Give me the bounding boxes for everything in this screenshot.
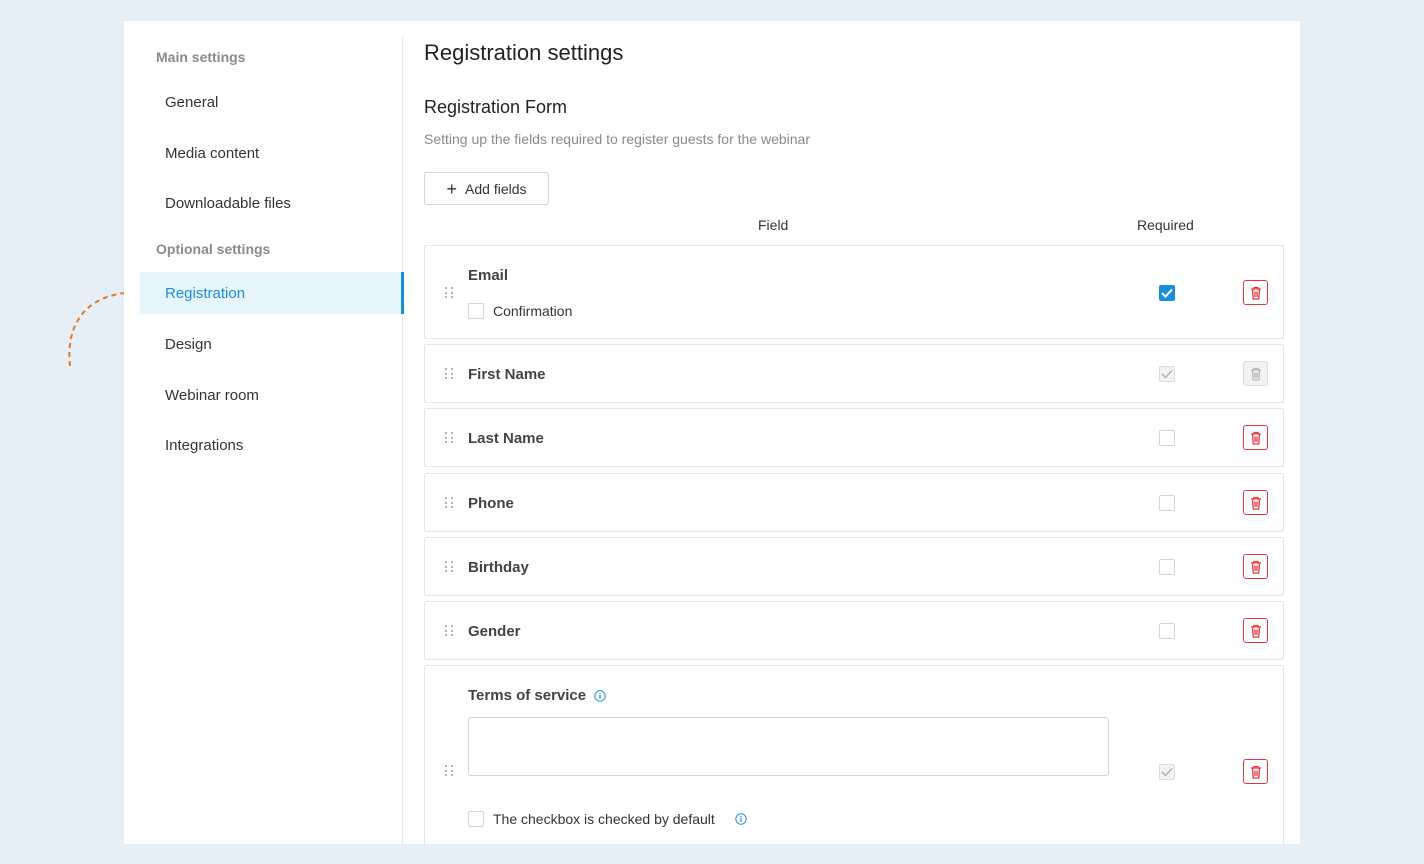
field-column-header: Field	[758, 217, 789, 233]
sidebar-item-integrations[interactable]: Integrations	[140, 424, 403, 466]
plus-icon: +	[446, 178, 458, 199]
main-settings-title: Main settings	[156, 49, 246, 65]
terms-required-checkbox	[1159, 764, 1175, 780]
birthday-required-checkbox[interactable]	[1159, 559, 1175, 575]
field-label-email: Email	[468, 267, 509, 284]
field-row-phone: Phone	[424, 473, 1284, 532]
info-icon[interactable]	[594, 690, 606, 702]
drag-handle-icon[interactable]	[445, 287, 455, 299]
field-label-last-name: Last Name	[468, 430, 544, 447]
delete-last-name-button[interactable]	[1243, 425, 1268, 450]
form-title: Registration Form	[424, 97, 568, 117]
trash-icon	[1250, 431, 1261, 445]
add-fields-button[interactable]: + Add fields	[424, 172, 549, 205]
form-subtitle: Setting up the fields required to regist…	[424, 131, 810, 147]
drag-handle-icon[interactable]	[445, 765, 455, 777]
field-row-first-name: First Name	[424, 344, 1284, 403]
trash-icon	[1250, 624, 1261, 638]
sidebar-item-downloadable-files[interactable]: Downloadable files	[140, 182, 403, 224]
field-row-last-name: Last Name	[424, 408, 1284, 467]
field-label-gender: Gender	[468, 623, 521, 640]
registration-settings-panel: Registration settings Registration Form …	[424, 21, 1284, 844]
terms-text-input[interactable]	[468, 717, 1109, 776]
gender-required-checkbox[interactable]	[1159, 623, 1175, 639]
field-row-gender: Gender	[424, 601, 1284, 660]
check-icon	[1161, 767, 1173, 777]
delete-email-button[interactable]	[1243, 280, 1268, 305]
trash-icon	[1250, 765, 1261, 779]
required-column-header: Required	[1137, 217, 1194, 233]
trash-icon	[1250, 286, 1261, 300]
sidebar-item-general[interactable]: General	[140, 81, 403, 123]
info-icon[interactable]	[735, 813, 747, 825]
drag-handle-icon[interactable]	[445, 368, 455, 380]
sidebar-item-design[interactable]: Design	[140, 323, 403, 365]
first-name-required-checkbox	[1159, 366, 1175, 382]
check-icon	[1161, 288, 1173, 298]
delete-first-name-button	[1243, 361, 1268, 386]
last-name-required-checkbox[interactable]	[1159, 430, 1175, 446]
delete-birthday-button[interactable]	[1243, 554, 1268, 579]
sidebar-item-registration[interactable]: Registration	[140, 272, 404, 314]
sidebar-item-media-content[interactable]: Media content	[140, 132, 403, 174]
confirmation-label: Confirmation	[493, 303, 573, 319]
trash-icon	[1250, 496, 1261, 510]
sidebar-item-webinar-room[interactable]: Webinar room	[140, 374, 403, 416]
delete-gender-button[interactable]	[1243, 618, 1268, 643]
phone-required-checkbox[interactable]	[1159, 495, 1175, 511]
page-title: Registration settings	[424, 40, 624, 65]
default-checked-checkbox[interactable]	[468, 811, 484, 827]
drag-handle-icon[interactable]	[445, 561, 455, 573]
add-fields-label: Add fields	[465, 180, 527, 197]
trash-icon	[1250, 560, 1261, 574]
field-row-email: Email Confirmation	[424, 245, 1284, 339]
field-label-phone: Phone	[468, 495, 514, 512]
settings-card: Main settings General Media content Down…	[124, 21, 1300, 844]
check-icon	[1161, 369, 1173, 379]
drag-handle-icon[interactable]	[445, 497, 455, 509]
confirmation-checkbox[interactable]	[468, 303, 484, 319]
field-label-birthday: Birthday	[468, 559, 529, 576]
email-required-checkbox[interactable]	[1159, 285, 1175, 301]
drag-handle-icon[interactable]	[445, 625, 455, 637]
default-checked-label: The checkbox is checked by default	[493, 811, 715, 827]
field-label-terms: Terms of service	[468, 687, 587, 704]
drag-handle-icon[interactable]	[445, 432, 455, 444]
field-row-terms: Terms of service The checkbox is checked…	[424, 665, 1284, 844]
settings-sidebar: Main settings General Media content Down…	[124, 37, 404, 844]
field-row-birthday: Birthday	[424, 537, 1284, 596]
field-label-first-name: First Name	[468, 366, 546, 383]
delete-phone-button[interactable]	[1243, 490, 1268, 515]
trash-icon	[1250, 367, 1261, 381]
optional-settings-title: Optional settings	[156, 241, 271, 257]
delete-terms-button[interactable]	[1243, 759, 1268, 784]
